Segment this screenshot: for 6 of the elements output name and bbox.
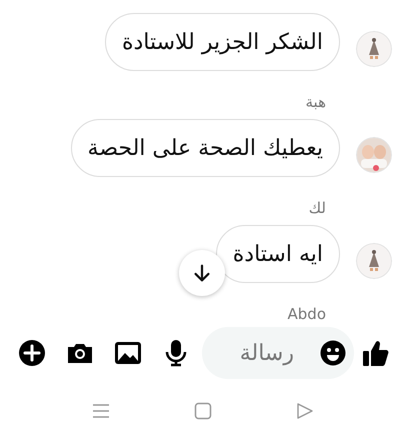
message-bubble: يعطيك الصحة على الحصة (70, 119, 340, 177)
sender-name: Abdo (288, 305, 326, 322)
sender-name: هبة (306, 93, 326, 111)
sender-name: لك (308, 199, 326, 217)
message-bubble: الشكر الجزير للاستادة (104, 13, 340, 71)
message-field[interactable]: رسالة (202, 327, 354, 379)
